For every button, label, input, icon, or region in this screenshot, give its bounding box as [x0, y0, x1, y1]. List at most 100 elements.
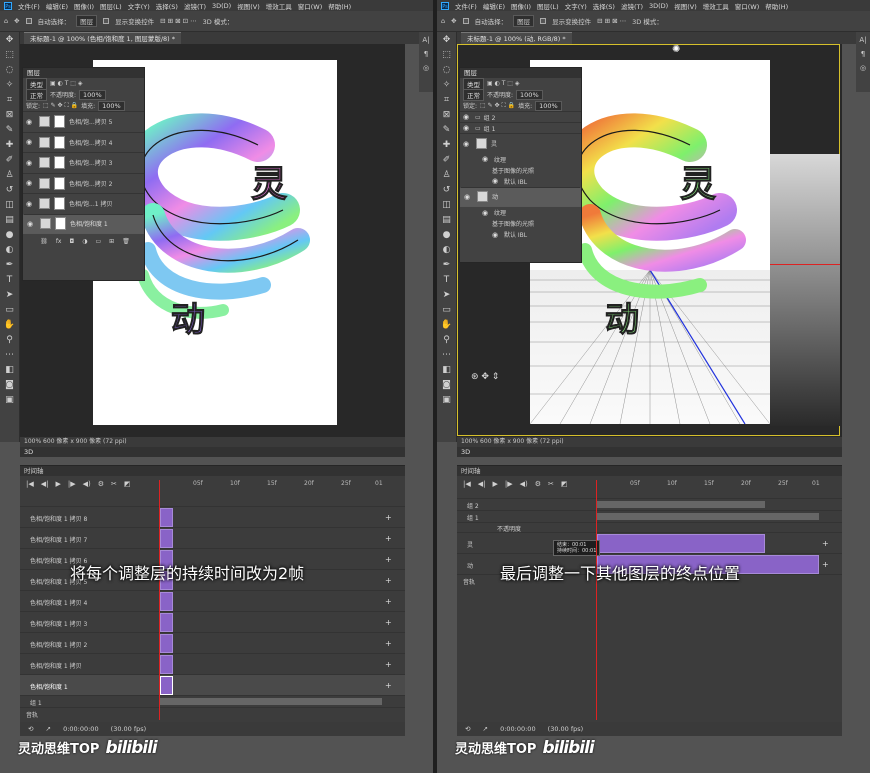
paragraph-icon[interactable]: ¶ — [858, 50, 868, 60]
healing-icon[interactable]: ✚ — [441, 139, 453, 151]
sublayer-row[interactable]: 基于图像的光照 — [460, 165, 581, 176]
stamp-icon[interactable]: ♙ — [4, 169, 16, 181]
paragraph-icon[interactable]: ¶ — [421, 50, 431, 60]
menu-filter[interactable]: 滤镜(T) — [184, 1, 206, 11]
menu-filter[interactable]: 滤镜(T) — [621, 1, 643, 11]
playhead[interactable] — [159, 480, 160, 720]
auto-select-checkbox[interactable] — [25, 18, 32, 24]
clip[interactable] — [160, 592, 173, 611]
add-media-icon[interactable]: + — [385, 660, 392, 669]
split-icon[interactable]: ✂ — [111, 480, 117, 488]
lock-icons[interactable]: ⬚ ✎ ✥ ⛶ 🔒 — [43, 102, 78, 110]
filter-icons[interactable]: ▣ ◐ T ⬚ ◈ — [50, 80, 82, 87]
gradient-icon[interactable]: ▤ — [4, 214, 16, 226]
pen-icon[interactable]: ✒ — [441, 259, 453, 271]
magic-wand-icon[interactable]: ✧ — [441, 79, 453, 91]
fill-input[interactable]: 100% — [535, 100, 562, 111]
menu-type[interactable]: 文字(Y) — [128, 1, 150, 11]
eyedropper-icon[interactable]: ✎ — [441, 124, 453, 136]
visibility-eye-icon[interactable]: ◉ — [463, 124, 472, 132]
hand-icon[interactable]: ✋ — [441, 319, 453, 331]
audio-icon[interactable]: ◀) — [520, 480, 528, 488]
add-media-icon[interactable]: + — [385, 513, 392, 522]
fill-input[interactable]: 100% — [98, 100, 125, 111]
next-frame-icon[interactable]: |▶ — [68, 480, 76, 488]
menu-window[interactable]: 窗口(W) — [298, 1, 323, 11]
properties-icon[interactable]: ◎ — [421, 64, 431, 74]
play-icon[interactable]: ▶ — [493, 480, 498, 488]
timeline-group[interactable]: 组 2 — [457, 498, 842, 510]
group-bar[interactable] — [160, 698, 382, 705]
layer-row[interactable]: ◉ 色相/饱...拷贝 3 — [23, 152, 144, 173]
menu-plugins[interactable]: 增效工具 — [703, 1, 729, 11]
move-tool-icon[interactable]: ✥ — [14, 17, 19, 25]
clip[interactable] — [160, 634, 173, 653]
layer-row[interactable]: ◉ 色相/饱...拷贝 2 — [23, 172, 144, 194]
color-swatch-icon[interactable]: ◧ — [441, 364, 453, 376]
menu-file[interactable]: 文件(F) — [455, 1, 477, 11]
eraser-icon[interactable]: ◫ — [4, 199, 16, 211]
opacity-input[interactable]: 100% — [79, 89, 106, 100]
new-layer-icon[interactable]: ⊞ — [109, 238, 114, 245]
character-icon[interactable]: A| — [421, 36, 431, 46]
auto-select-dropdown[interactable]: 图层 — [76, 15, 98, 27]
opacity-track[interactable]: 不透明度 — [457, 522, 842, 533]
healing-icon[interactable]: ✚ — [4, 139, 16, 151]
group-bar[interactable] — [597, 513, 819, 520]
first-frame-icon[interactable]: |◀ — [26, 480, 34, 488]
visibility-eye-icon[interactable]: ◉ — [492, 177, 501, 185]
lasso-icon[interactable]: ◌ — [441, 64, 453, 76]
lock-icons[interactable]: ⬚ ✎ ✥ ⛶ 🔒 — [480, 102, 515, 110]
trash-icon[interactable]: 🗑 — [122, 238, 130, 245]
menu-3d[interactable]: 3D(D) — [649, 2, 668, 10]
settings-icon[interactable]: ⚙ — [535, 480, 541, 488]
lasso-icon[interactable]: ◌ — [4, 64, 16, 76]
split-icon[interactable]: ✂ — [548, 480, 554, 488]
menu-help[interactable]: 帮助(H) — [765, 1, 788, 11]
blend-mode-dropdown[interactable]: 正常 — [26, 88, 47, 101]
color-swatch-icon[interactable]: ◧ — [4, 364, 16, 376]
sublayer-row[interactable]: ◉ 纹理 — [460, 207, 581, 218]
add-media-icon[interactable]: + — [385, 618, 392, 627]
timeline-ruler[interactable]: 05f 10f 15f 20f 25f 01 — [592, 478, 842, 490]
menu-file[interactable]: 文件(F) — [18, 1, 40, 11]
pen-icon[interactable]: ✒ — [4, 259, 16, 271]
show-transform-checkbox[interactable] — [540, 18, 547, 24]
align-icons[interactable]: ⊟ ⊞ ⊠ ⋯ — [597, 17, 626, 25]
sublayer-row[interactable]: 基于图像的光照 — [460, 218, 581, 229]
next-frame-icon[interactable]: |▶ — [505, 480, 513, 488]
quick-mask-icon[interactable]: ◙ — [441, 379, 453, 391]
visibility-eye-icon[interactable]: ◉ — [26, 138, 35, 146]
hand-icon[interactable]: ✋ — [4, 319, 16, 331]
layer-group-row[interactable]: ◉ ▭ 组 2 — [460, 111, 581, 122]
dodge-icon[interactable]: ◐ — [441, 244, 453, 256]
move-icon[interactable]: ✥ — [441, 34, 453, 46]
menu-select[interactable]: 选择(S) — [156, 1, 178, 11]
menu-layer[interactable]: 图层(L) — [537, 1, 559, 11]
convert-icon[interactable]: ⟲ — [28, 725, 33, 733]
visibility-eye-icon[interactable]: ◉ — [463, 140, 472, 148]
opacity-input[interactable]: 100% — [516, 89, 543, 100]
add-media-icon[interactable]: + — [385, 534, 392, 543]
3d-orbit-icon[interactable]: ✺ — [672, 44, 680, 55]
clip[interactable] — [160, 508, 173, 527]
visibility-eye-icon[interactable]: ◉ — [492, 231, 501, 239]
zoom-icon[interactable]: ⚲ — [441, 334, 453, 346]
blend-mode-dropdown[interactable]: 正常 — [463, 88, 484, 101]
menu-edit[interactable]: 编辑(E) — [483, 1, 505, 11]
layer-row[interactable]: ◉ 色相/饱...1 拷贝 — [23, 193, 144, 214]
zoom-icon[interactable]: ⚲ — [4, 334, 16, 346]
more-icon[interactable]: ⋯ — [441, 349, 453, 361]
add-media-icon[interactable]: + — [385, 576, 392, 585]
timeline-track[interactable]: 色相/饱和度 1 拷贝 3 + — [20, 611, 405, 632]
screen-mode-icon[interactable]: ▣ — [4, 394, 16, 406]
menu-image[interactable]: 图像(I) — [511, 1, 531, 11]
visibility-eye-icon[interactable]: ◉ — [26, 118, 35, 126]
history-brush-icon[interactable]: ↺ — [4, 184, 16, 196]
brush-icon[interactable]: ✐ — [4, 154, 16, 166]
gradient-icon[interactable]: ▤ — [441, 214, 453, 226]
prev-frame-icon[interactable]: ◀| — [41, 480, 49, 488]
add-media-icon[interactable]: + — [385, 597, 392, 606]
timeline-track[interactable]: 灵 + — [457, 532, 842, 553]
menu-view[interactable]: 视图(V) — [237, 1, 260, 11]
